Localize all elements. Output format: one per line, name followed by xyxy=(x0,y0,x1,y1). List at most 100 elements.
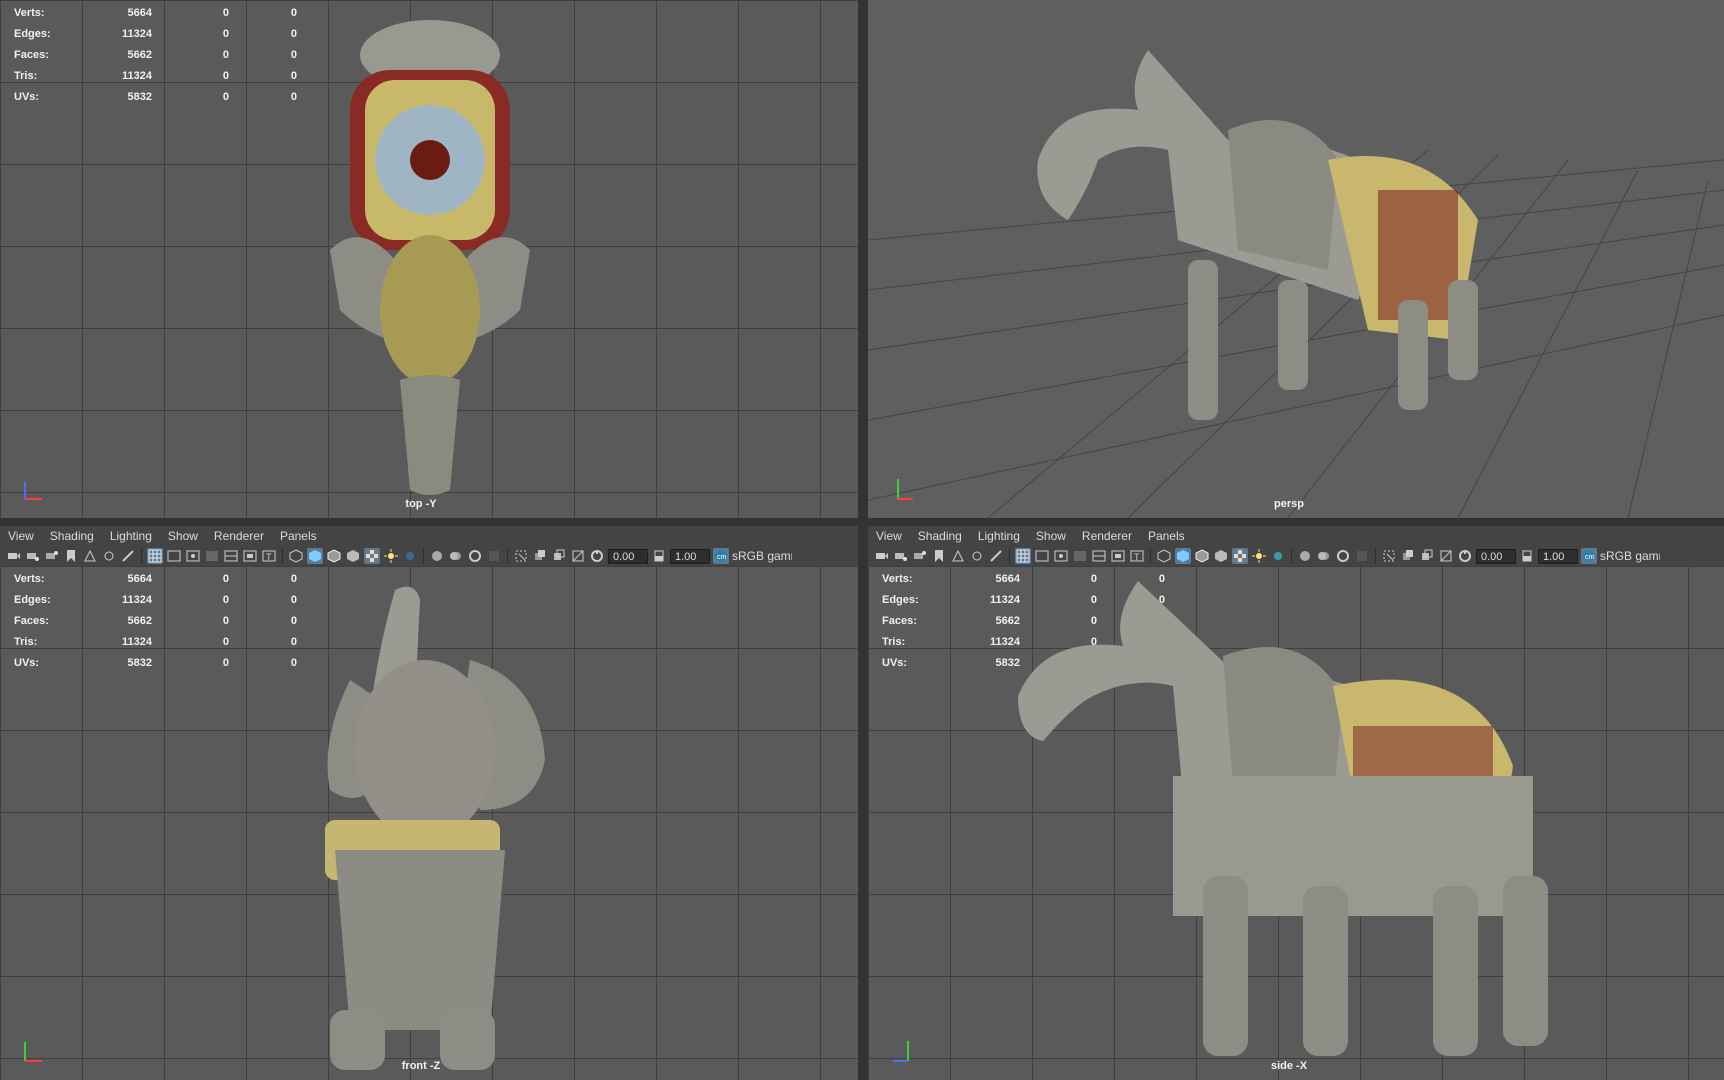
menu-view[interactable]: View xyxy=(868,529,910,543)
elephant-model-front[interactable] xyxy=(310,580,550,1080)
anti-aliasing-icon[interactable] xyxy=(467,548,483,564)
camera-icon[interactable] xyxy=(874,548,890,564)
safe-action-icon[interactable] xyxy=(1110,548,1126,564)
menu-shading[interactable]: Shading xyxy=(42,529,102,543)
color-space-icon[interactable]: cm xyxy=(1581,548,1597,564)
color-space-icon[interactable]: cm xyxy=(713,548,729,564)
camera-lock-icon[interactable] xyxy=(893,548,909,564)
panel-menu-bar-left: View Shading Lighting Show Renderer Pane… xyxy=(0,526,858,546)
default-material-icon[interactable] xyxy=(345,548,361,564)
menu-show[interactable]: Show xyxy=(160,529,206,543)
viewport-front[interactable]: Verts: 5664 0 0 Edges: 11324 0 0 Faces: 5662 0 0 … xyxy=(0,566,858,1080)
film-gate-icon[interactable] xyxy=(1034,548,1050,564)
exposure-field[interactable]: 0.00 xyxy=(608,548,648,564)
gate-mask-icon[interactable] xyxy=(1072,548,1088,564)
viewport-divider-vertical[interactable] xyxy=(858,0,868,1080)
isolate-icon[interactable] xyxy=(1381,548,1397,564)
shadows-icon[interactable] xyxy=(1270,548,1286,564)
elephant-model-side[interactable] xyxy=(1013,576,1603,1076)
color-space-selector[interactable]: sRGB gamma xyxy=(732,549,792,563)
stat-label-uvs: UVs: xyxy=(14,90,40,103)
safe-title-icon[interactable]: T xyxy=(1129,548,1145,564)
menu-panels[interactable]: Panels xyxy=(272,529,325,543)
menu-show[interactable]: Show xyxy=(1028,529,1074,543)
image-plane-icon[interactable] xyxy=(82,548,98,564)
anti-aliasing-icon[interactable] xyxy=(1335,548,1351,564)
default-material-icon[interactable] xyxy=(1213,548,1229,564)
gate-mask-icon[interactable] xyxy=(204,548,220,564)
xray-components-icon[interactable] xyxy=(570,548,586,564)
resolution-gate-icon[interactable] xyxy=(185,548,201,564)
pencil-icon[interactable] xyxy=(988,548,1004,564)
smooth-shade-icon[interactable] xyxy=(307,548,323,564)
camera-icon[interactable] xyxy=(6,548,22,564)
xray-icon[interactable] xyxy=(532,548,548,564)
gamma-field[interactable]: 1.00 xyxy=(1538,548,1578,564)
field-chart-icon[interactable] xyxy=(223,548,239,564)
elephant-model-persp[interactable] xyxy=(1028,40,1568,490)
gamma-icon[interactable] xyxy=(651,548,667,564)
viewport-side[interactable]: Verts:566400 Edges:1132400 Faces:566200 … xyxy=(868,566,1724,1080)
exposure-icon[interactable] xyxy=(589,548,605,564)
motion-blur-icon[interactable] xyxy=(1316,548,1332,564)
light-icon[interactable] xyxy=(1251,548,1267,564)
stat-value: 0 xyxy=(222,593,229,606)
camera-attributes-icon[interactable] xyxy=(912,548,928,564)
menu-renderer[interactable]: Renderer xyxy=(1074,529,1140,543)
menu-lighting[interactable]: Lighting xyxy=(970,529,1028,543)
texture-icon[interactable] xyxy=(364,548,380,564)
stat-value: 0 xyxy=(222,572,229,585)
gamma-field[interactable]: 1.00 xyxy=(670,548,710,564)
stat-value: 0 xyxy=(222,48,229,61)
ambient-occlusion-icon[interactable] xyxy=(1297,548,1313,564)
smooth-shade-icon[interactable] xyxy=(1175,548,1191,564)
bookmark-icon[interactable] xyxy=(931,548,947,564)
xray-joints-icon[interactable] xyxy=(551,548,567,564)
menu-renderer[interactable]: Renderer xyxy=(206,529,272,543)
menu-lighting[interactable]: Lighting xyxy=(102,529,160,543)
elephant-model-top[interactable] xyxy=(320,10,540,500)
resolution-gate-icon[interactable] xyxy=(1053,548,1069,564)
grid-icon[interactable] xyxy=(147,548,163,564)
stat-value: 0 xyxy=(290,69,297,82)
depth-of-field-icon[interactable] xyxy=(486,548,502,564)
light-icon[interactable] xyxy=(383,548,399,564)
menu-panels[interactable]: Panels xyxy=(1140,529,1193,543)
grid-icon[interactable] xyxy=(1015,548,1031,564)
xray-joints-icon[interactable] xyxy=(1419,548,1435,564)
film-gate-icon[interactable] xyxy=(166,548,182,564)
xray-components-icon[interactable] xyxy=(1438,548,1454,564)
viewport-persp[interactable]: persp xyxy=(868,0,1724,518)
ambient-occlusion-icon[interactable] xyxy=(429,548,445,564)
wireframe-on-shaded-icon[interactable] xyxy=(1194,548,1210,564)
texture-icon[interactable] xyxy=(1232,548,1248,564)
viewport-top[interactable]: Verts: 5664 0 0 Edges: 11324 0 0 Faces: 5662 0 0 … xyxy=(0,0,858,518)
grid-snap-icon[interactable] xyxy=(969,548,985,564)
stat-label-edges: Edges: xyxy=(882,593,919,606)
camera-attributes-icon[interactable] xyxy=(44,548,60,564)
exposure-icon[interactable] xyxy=(1457,548,1473,564)
shadows-icon[interactable] xyxy=(402,548,418,564)
depth-of-field-icon[interactable] xyxy=(1354,548,1370,564)
safe-action-icon[interactable] xyxy=(242,548,258,564)
wireframe-icon[interactable] xyxy=(288,548,304,564)
image-plane-icon[interactable] xyxy=(950,548,966,564)
bookmark-icon[interactable] xyxy=(63,548,79,564)
motion-blur-icon[interactable] xyxy=(448,548,464,564)
field-chart-icon[interactable] xyxy=(1091,548,1107,564)
color-space-selector[interactable]: sRGB gamma xyxy=(1600,549,1660,563)
axis-gizmo-icon xyxy=(24,482,42,500)
gamma-icon[interactable] xyxy=(1519,548,1535,564)
menu-view[interactable]: View xyxy=(0,529,42,543)
menu-shading[interactable]: Shading xyxy=(910,529,970,543)
xray-icon[interactable] xyxy=(1400,548,1416,564)
camera-lock-icon[interactable] xyxy=(25,548,41,564)
wireframe-on-shaded-icon[interactable] xyxy=(326,548,342,564)
pencil-icon[interactable] xyxy=(120,548,136,564)
exposure-field[interactable]: 0.00 xyxy=(1476,548,1516,564)
grid-snap-icon[interactable] xyxy=(101,548,117,564)
wireframe-icon[interactable] xyxy=(1156,548,1172,564)
safe-title-icon[interactable]: T xyxy=(261,548,277,564)
isolate-icon[interactable] xyxy=(513,548,529,564)
stat-value: 5662 xyxy=(127,614,152,627)
